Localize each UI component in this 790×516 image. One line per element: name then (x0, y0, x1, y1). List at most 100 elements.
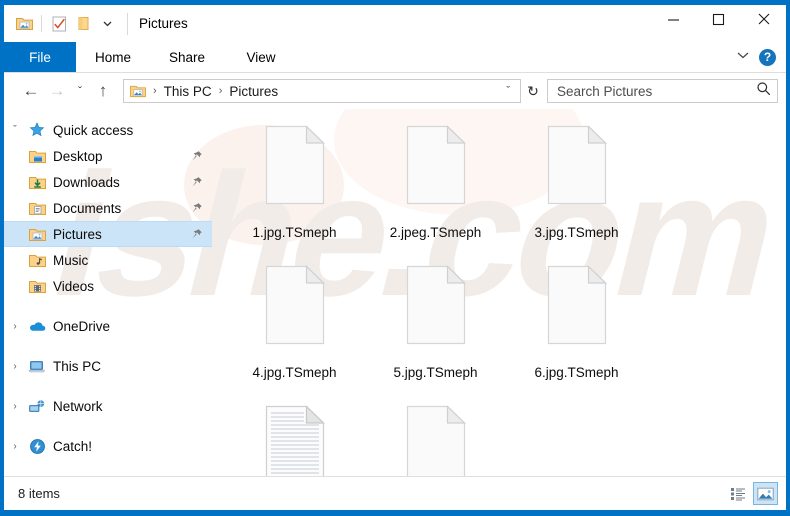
onedrive-cloud-icon (26, 320, 48, 333)
window-controls (651, 5, 786, 34)
chevron-right-icon[interactable]: › (4, 441, 26, 452)
file-item[interactable]: 6.jpg.TSmeph (506, 261, 647, 401)
pin-icon[interactable] (190, 228, 204, 240)
sidebar-item-label: OneDrive (53, 318, 111, 334)
breadcrumb[interactable]: › This PC › Pictures ˇ (123, 79, 521, 103)
folder-pictures-icon (26, 227, 48, 242)
sidebar-item-downloads[interactable]: Downloads (4, 169, 212, 195)
title-bar: Pictures (4, 5, 786, 42)
pin-icon[interactable] (190, 202, 204, 214)
chevron-right-icon[interactable]: › (4, 361, 26, 372)
search-box[interactable]: Search Pictures (547, 79, 778, 103)
blank-file-icon (545, 125, 609, 221)
window-title: Pictures (127, 12, 188, 35)
maximize-button[interactable] (696, 5, 741, 34)
sidebar-item-network[interactable]: › Network (4, 393, 212, 419)
help-button[interactable]: ? (759, 48, 776, 66)
chevron-down-icon[interactable]: ˇ (4, 124, 26, 136)
checkmark-icon[interactable] (48, 13, 70, 35)
sidebar-item-videos[interactable]: Videos (4, 273, 212, 299)
pictures-folder-icon (130, 84, 146, 98)
sidebar-item-quick-access[interactable]: ˇ Quick access (4, 117, 212, 143)
quick-access-toolbar (13, 13, 118, 35)
tab-file[interactable]: File (4, 42, 76, 72)
view-mode-buttons (725, 482, 778, 505)
large-icons-view-button[interactable] (753, 482, 778, 505)
file-name: 2.jpeg.TSmeph (389, 225, 482, 240)
pin-icon[interactable] (190, 150, 204, 162)
forward-button: → (48, 81, 66, 100)
search-input[interactable]: Search Pictures (557, 84, 756, 99)
breadcrumb-pictures[interactable]: Pictures (227, 84, 280, 99)
file-item[interactable]: 1.jpg.TSmeph (224, 121, 365, 261)
new-folder-icon[interactable] (72, 13, 94, 35)
search-icon[interactable] (756, 81, 771, 101)
folder-desktop-icon (26, 149, 48, 164)
folder-documents-icon (26, 201, 48, 216)
ribbon-tab-bar: File Home Share View ? (4, 42, 786, 73)
file-item[interactable]: 3.jpg.TSmeph (506, 121, 647, 261)
blank-file-icon (404, 265, 468, 361)
tab-home[interactable]: Home (76, 42, 150, 72)
file-grid: 1.jpg.TSmeph 2.jpeg.TSmeph 3.jpg.TSmeph … (224, 121, 786, 510)
explorer-window: ishe.com Pictures File Home Share View ?… (0, 0, 790, 516)
file-item[interactable]: 2.jpeg.TSmeph (365, 121, 506, 261)
breadcrumb-separator[interactable]: › (148, 85, 162, 97)
sidebar-item-pictures[interactable]: Pictures (4, 221, 212, 247)
details-view-button[interactable] (725, 482, 750, 505)
toolbar-separator (41, 15, 42, 32)
properties-icon[interactable] (13, 13, 35, 35)
breadcrumb-this-pc[interactable]: This PC (162, 84, 214, 99)
network-icon (26, 399, 48, 414)
expand-ribbon-chevron-down-icon[interactable] (735, 48, 751, 66)
pin-icon[interactable] (190, 176, 204, 188)
sidebar-item-onedrive[interactable]: › OneDrive (4, 313, 212, 339)
up-button[interactable]: ↑ (90, 78, 116, 104)
sidebar-item-this-pc[interactable]: › This PC (4, 353, 212, 379)
folder-downloads-icon (26, 175, 48, 190)
breadcrumb-separator[interactable]: › (214, 85, 228, 97)
sidebar-item-documents[interactable]: Documents (4, 195, 212, 221)
file-name: 3.jpg.TSmeph (534, 225, 619, 240)
chevron-down-icon[interactable] (96, 13, 118, 35)
item-count-label: 8 items (18, 486, 60, 501)
catch-icon (26, 438, 48, 455)
sidebar-item-label: Videos (53, 278, 95, 294)
tab-share[interactable]: Share (150, 42, 224, 72)
file-item[interactable]: 4.jpg.TSmeph (224, 261, 365, 401)
chevron-right-icon[interactable]: › (4, 401, 26, 412)
minimize-button[interactable] (651, 5, 696, 34)
sidebar-item-label: Quick access (53, 122, 134, 138)
sidebar-item-label: Network (53, 398, 103, 414)
refresh-button[interactable]: ↻ (521, 79, 545, 103)
sidebar-item-label: Desktop (53, 148, 103, 164)
main-body: ˇ Quick access Desktop Downloads Documen… (4, 109, 786, 510)
star-icon (26, 122, 48, 138)
file-name: 1.jpg.TSmeph (252, 225, 337, 240)
blank-file-icon (263, 125, 327, 221)
sidebar-item-label: Catch! (53, 438, 93, 454)
sidebar-item-label: Downloads (53, 174, 120, 190)
sidebar-item-music[interactable]: Music (4, 247, 212, 273)
navigation-pane: ˇ Quick access Desktop Downloads Documen… (4, 109, 212, 476)
chevron-right-icon[interactable]: › (4, 321, 26, 332)
sidebar-item-label: Documents (53, 200, 122, 216)
recent-locations-button[interactable]: ˇ (70, 78, 90, 104)
close-button[interactable] (741, 5, 786, 34)
sidebar-item-label: This PC (53, 358, 102, 374)
blank-file-icon (545, 265, 609, 361)
blank-file-icon (404, 125, 468, 221)
file-list-pane[interactable]: 1.jpg.TSmeph 2.jpeg.TSmeph 3.jpg.TSmeph … (212, 109, 786, 510)
folder-videos-icon (26, 279, 48, 294)
back-button[interactable]: ← (18, 78, 44, 104)
sidebar-item-label: Pictures (53, 226, 102, 242)
breadcrumb-chevron-down-icon[interactable]: ˇ (500, 85, 516, 97)
file-item[interactable]: 5.jpg.TSmeph (365, 261, 506, 401)
this-pc-icon (26, 359, 48, 374)
file-name: 6.jpg.TSmeph (534, 365, 619, 380)
sidebar-item-label: Music (53, 252, 89, 268)
tab-view[interactable]: View (224, 42, 298, 72)
file-name: 5.jpg.TSmeph (393, 365, 478, 380)
sidebar-item-desktop[interactable]: Desktop (4, 143, 212, 169)
sidebar-item-catch[interactable]: › Catch! (4, 433, 212, 459)
